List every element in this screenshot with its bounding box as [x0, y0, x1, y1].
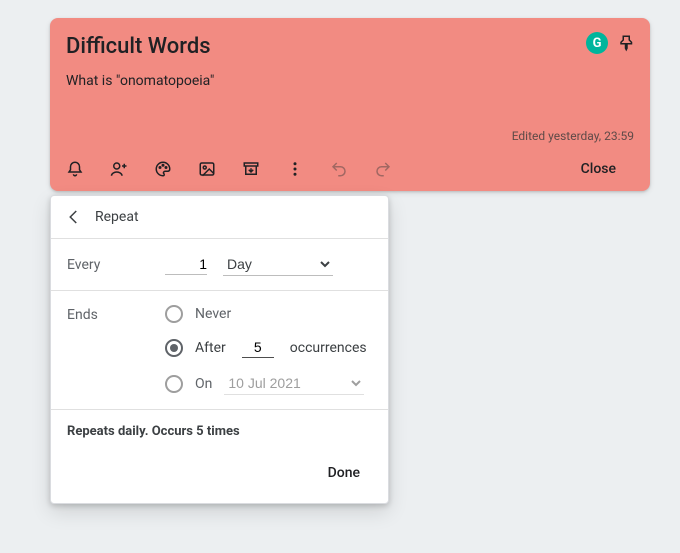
note-title[interactable]: Difficult Words — [66, 34, 634, 59]
repeat-popover: Repeat Every Day Ends Never After occurr… — [50, 195, 389, 504]
repeat-summary: Repeats daily. Occurs 5 times — [51, 410, 388, 447]
back-arrow-icon[interactable] — [65, 208, 83, 226]
every-label: Every — [67, 257, 165, 273]
after-suffix: occurrences — [290, 340, 367, 356]
note-body[interactable]: What is "onomatopoeia" — [66, 73, 634, 89]
grammarly-badge-icon[interactable]: G — [586, 32, 608, 54]
archive-icon[interactable] — [242, 160, 260, 178]
note-card: G Difficult Words What is "onomatopoeia"… — [50, 18, 650, 191]
edited-timestamp: Edited yesterday, 23:59 — [512, 129, 634, 143]
radio-icon[interactable] — [165, 305, 183, 323]
ends-row: Ends Never After occurrences On 10 Jul 2… — [51, 291, 388, 410]
redo-icon[interactable] — [374, 160, 392, 178]
remind-me-icon[interactable] — [66, 160, 84, 178]
ends-never-option[interactable]: Never — [165, 305, 374, 323]
palette-icon[interactable] — [154, 160, 172, 178]
note-toolbar: Close — [50, 147, 650, 191]
popover-title: Repeat — [95, 209, 139, 225]
radio-icon[interactable] — [165, 339, 183, 357]
radio-icon[interactable] — [165, 375, 183, 393]
every-unit-select[interactable]: Day — [223, 253, 333, 276]
ends-after-option[interactable]: After occurrences — [165, 337, 374, 358]
collaborator-icon[interactable] — [110, 160, 128, 178]
pin-icon[interactable] — [618, 34, 636, 52]
ends-on-date-select[interactable]: 10 Jul 2021 — [224, 372, 364, 395]
ends-label: Ends — [67, 299, 165, 395]
every-value-input[interactable] — [165, 254, 207, 275]
done-button[interactable]: Done — [316, 457, 372, 489]
every-row: Every Day — [51, 239, 388, 291]
ends-never-label: Never — [195, 306, 231, 322]
ends-on-option[interactable]: On 10 Jul 2021 — [165, 372, 374, 395]
close-button[interactable]: Close — [563, 153, 634, 185]
undo-icon[interactable] — [330, 160, 348, 178]
after-prefix: After — [195, 340, 226, 356]
image-icon[interactable] — [198, 160, 216, 178]
on-prefix: On — [195, 376, 212, 392]
occurrences-input[interactable] — [242, 337, 274, 358]
more-icon[interactable] — [286, 160, 304, 178]
